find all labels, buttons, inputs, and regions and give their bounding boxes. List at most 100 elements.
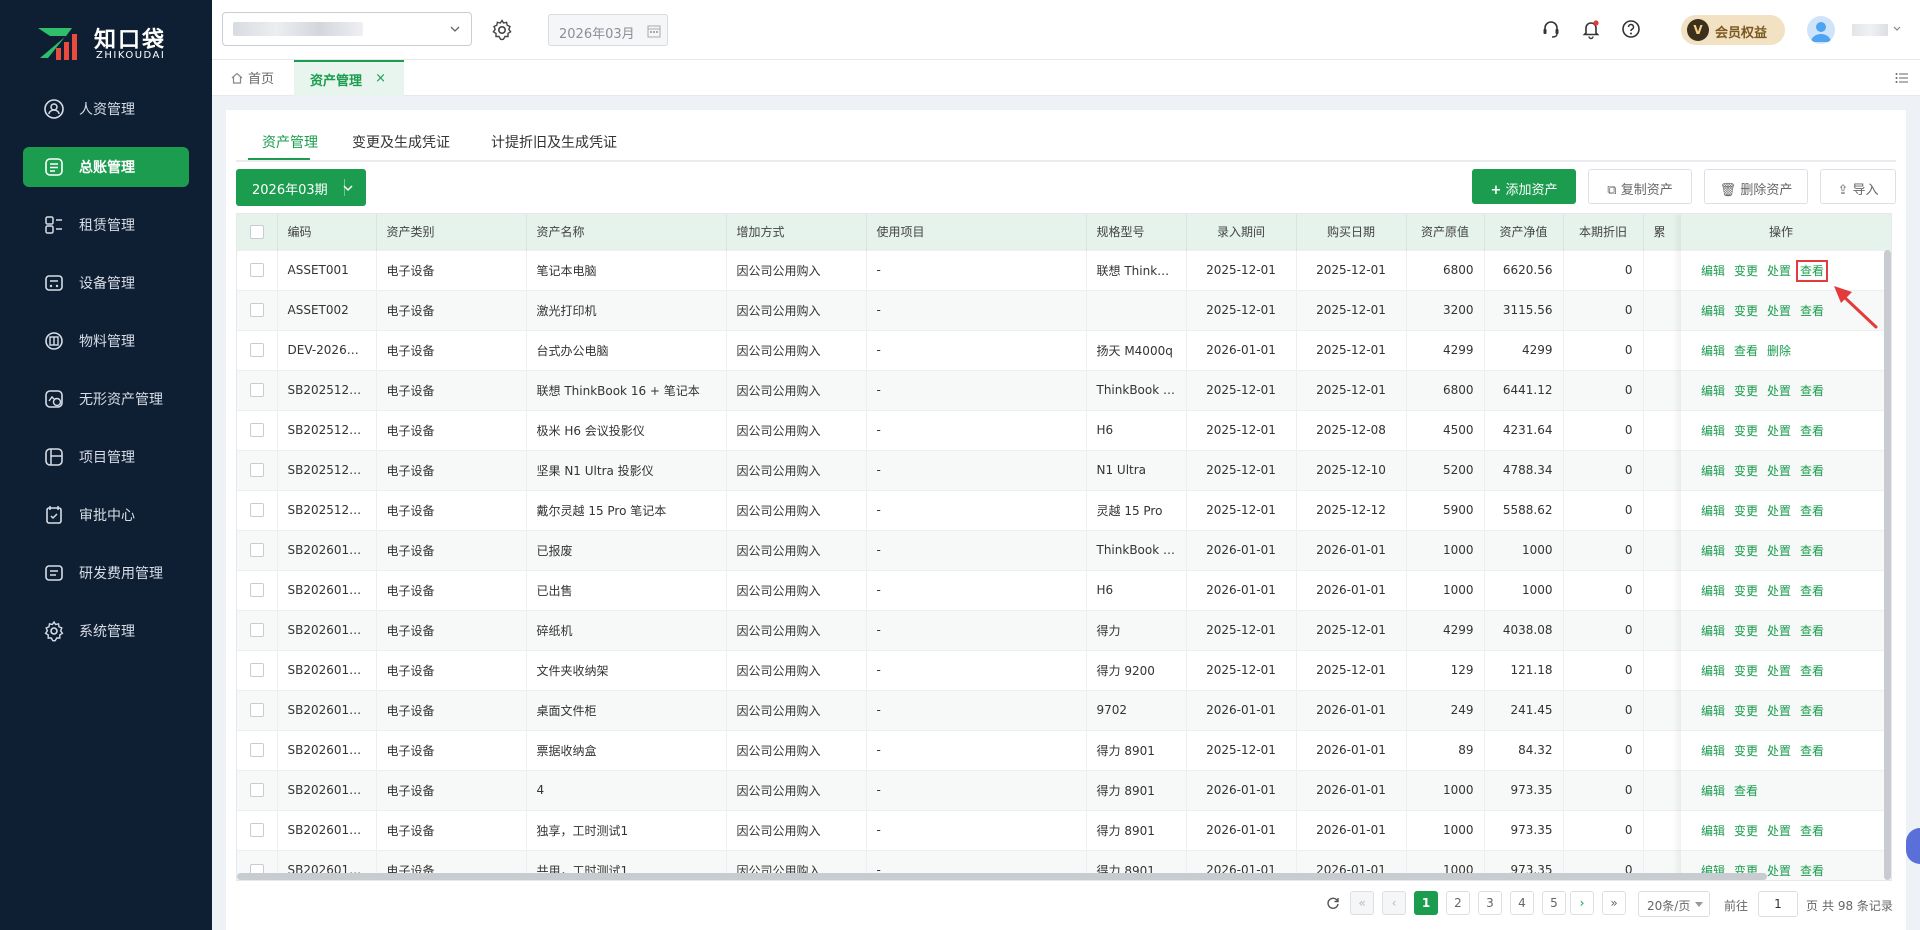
- table-row[interactable]: SB20260104... 电子设备 桌面文件柜 因公司公用购入 -9702 2026-0…: [237, 689, 1891, 730]
- row-action-link[interactable]: 编辑: [1701, 344, 1725, 358]
- row-action-link[interactable]: 删除: [1767, 344, 1791, 358]
- row-action-link[interactable]: 变更: [1734, 584, 1758, 598]
- sidebar-item-0[interactable]: 人资管理: [23, 89, 189, 129]
- row-action-link[interactable]: 查看: [1800, 424, 1824, 438]
- row-action-link[interactable]: 编辑: [1701, 784, 1725, 798]
- horizontal-scrollbar[interactable]: [237, 873, 1767, 880]
- column-header[interactable]: 录入期间: [1186, 214, 1297, 250]
- table-row[interactable]: DEV-202601... 电子设备 台式办公电脑 因公司公用购入 - 扬天 M4000q…: [237, 329, 1891, 370]
- member-benefits-button[interactable]: V 会员权益: [1681, 15, 1785, 45]
- sidebar-item-4[interactable]: 物料管理: [23, 321, 189, 361]
- table-row[interactable]: SB20251225... 电子设备 戴尔灵越 15 Pro 笔记本 因公司公用购入 -…: [237, 489, 1891, 530]
- row-checkbox[interactable]: [249, 583, 264, 598]
- copy-asset-button[interactable]: ⧉ 复制资产: [1588, 169, 1692, 204]
- row-action-link[interactable]: 变更: [1734, 264, 1758, 278]
- row-action-link[interactable]: 查看: [1800, 864, 1824, 878]
- column-header[interactable]: 资产类别: [376, 214, 527, 250]
- row-action-link[interactable]: 查看: [1734, 344, 1758, 358]
- sidebar-item-2[interactable]: 租赁管理: [23, 205, 189, 245]
- row-checkbox[interactable]: [249, 703, 264, 718]
- chevron-down-icon[interactable]: [1892, 24, 1902, 34]
- row-action-link[interactable]: 编辑: [1701, 664, 1725, 678]
- row-checkbox-cell[interactable]: [237, 689, 278, 730]
- row-action-link[interactable]: 查看: [1800, 384, 1824, 398]
- import-button[interactable]: ⇪ 导入: [1820, 169, 1896, 204]
- table-row[interactable]: ASSET002 电子设备 激光打印机 因公司公用购入 - 2025-12-01 2025-…: [237, 289, 1891, 330]
- row-action-link[interactable]: 变更: [1734, 624, 1758, 638]
- table-row[interactable]: ASSET001 电子设备 笔记本电脑 因公司公用购入 - 联想 ThinkB... 202…: [237, 249, 1891, 290]
- row-action-link[interactable]: 处置: [1767, 704, 1791, 718]
- row-action-link[interactable]: 处置: [1767, 744, 1791, 758]
- row-action-link[interactable]: 处置: [1767, 504, 1791, 518]
- table-row[interactable]: SB20260104... 电子设备 已出售 因公司公用购入 - H6 2026-01-01…: [237, 569, 1891, 610]
- row-checkbox[interactable]: [249, 663, 264, 678]
- sidebar-item-1[interactable]: 总账管理: [23, 147, 189, 187]
- page-number-button[interactable]: 2: [1446, 891, 1470, 915]
- row-action-link[interactable]: 查看: [1800, 584, 1824, 598]
- table-row[interactable]: SB20260109... 电子设备 4 因公司公用购入 - 得力 8901 2026-01…: [237, 769, 1891, 810]
- row-checkbox-cell[interactable]: [237, 409, 278, 450]
- row-checkbox[interactable]: [249, 743, 264, 758]
- sidebar-item-5[interactable]: 无形资产管理: [23, 379, 189, 419]
- row-action-link[interactable]: 处置: [1767, 624, 1791, 638]
- row-action-link[interactable]: 编辑: [1701, 264, 1725, 278]
- row-checkbox-cell[interactable]: [237, 529, 278, 570]
- subtab-depreciation-voucher[interactable]: 计提折旧及生成凭证: [491, 132, 617, 152]
- delete-asset-button[interactable]: 🗑 删除资产: [1704, 169, 1808, 204]
- subtab-asset-management[interactable]: 资产管理: [262, 132, 318, 152]
- row-checkbox-cell[interactable]: [237, 489, 278, 530]
- row-action-link[interactable]: 处置: [1767, 664, 1791, 678]
- column-header[interactable]: 购买日期: [1296, 214, 1407, 250]
- row-action-link[interactable]: 变更: [1734, 664, 1758, 678]
- row-action-link[interactable]: 变更: [1734, 504, 1758, 518]
- last-page-button[interactable]: »: [1602, 891, 1626, 915]
- row-action-link[interactable]: 变更: [1734, 824, 1758, 838]
- row-action-link[interactable]: 处置: [1767, 304, 1791, 318]
- page-number-button[interactable]: 4: [1510, 891, 1534, 915]
- page-number-button[interactable]: 5: [1542, 891, 1566, 915]
- row-action-link[interactable]: 编辑: [1701, 304, 1725, 318]
- tab-home[interactable]: 首页: [230, 68, 274, 87]
- bell-icon[interactable]: [1580, 18, 1602, 40]
- row-checkbox[interactable]: [249, 543, 264, 558]
- row-checkbox-cell[interactable]: [237, 289, 278, 330]
- table-row[interactable]: SB20260104... 电子设备 已报废 因公司公用购入 - ThinkBook 1.…: [237, 529, 1891, 570]
- first-page-button[interactable]: «: [1350, 891, 1374, 915]
- refresh-icon[interactable]: [1326, 896, 1340, 910]
- row-action-link[interactable]: 查看: [1800, 704, 1824, 718]
- row-action-link[interactable]: 查看: [1800, 504, 1824, 518]
- column-header[interactable]: 编码: [277, 214, 377, 250]
- table-row[interactable]: SB20260104... 电子设备 碎纸机 因公司公用购入 - 得力 2025-12-01…: [237, 609, 1891, 650]
- row-action-link[interactable]: 变更: [1734, 464, 1758, 478]
- row-action-link[interactable]: 查看: [1800, 624, 1824, 638]
- goto-page-input[interactable]: 1: [1758, 891, 1798, 917]
- chat-bubble-icon[interactable]: [1906, 828, 1920, 864]
- period-picker[interactable]: 2026年03月: [548, 14, 668, 46]
- table-row[interactable]: SB20260116... 电子设备 独享，工时测试1 因公司公用购入 - 得力 8901…: [237, 809, 1891, 850]
- select-all-checkbox[interactable]: [249, 225, 264, 239]
- row-action-link[interactable]: 编辑: [1701, 424, 1725, 438]
- row-checkbox[interactable]: [249, 783, 264, 798]
- row-action-link[interactable]: 处置: [1767, 384, 1791, 398]
- row-checkbox-cell[interactable]: [237, 609, 278, 650]
- row-checkbox[interactable]: [249, 823, 264, 838]
- row-action-link[interactable]: 查看: [1800, 304, 1824, 318]
- next-page-button[interactable]: ›: [1570, 891, 1594, 915]
- row-checkbox-cell[interactable]: [237, 769, 278, 810]
- vertical-scrollbar[interactable]: [1884, 250, 1891, 880]
- add-asset-button[interactable]: + 添加资产: [1472, 169, 1576, 204]
- row-checkbox[interactable]: [249, 343, 264, 358]
- sidebar-item-8[interactable]: 研发费用管理: [23, 553, 189, 593]
- list-menu-icon[interactable]: [1894, 70, 1910, 86]
- row-action-link[interactable]: 变更: [1734, 544, 1758, 558]
- select-all-checkbox-cell[interactable]: [237, 214, 278, 250]
- headset-icon[interactable]: [1540, 18, 1562, 40]
- subtab-change-voucher[interactable]: 变更及生成凭证: [352, 132, 450, 152]
- row-action-link[interactable]: 处置: [1767, 464, 1791, 478]
- row-action-link[interactable]: 查看: [1800, 464, 1824, 478]
- table-row[interactable]: SB20260104... 电子设备 票据收纳盒 因公司公用购入 - 得力 8901 202…: [237, 729, 1891, 770]
- table-row[interactable]: SB20251225... 电子设备 坚果 N1 Ultra 投影仪 因公司公用购入 -…: [237, 449, 1891, 490]
- row-checkbox[interactable]: [249, 503, 264, 518]
- row-checkbox-cell[interactable]: [237, 649, 278, 690]
- row-action-link[interactable]: 处置: [1767, 824, 1791, 838]
